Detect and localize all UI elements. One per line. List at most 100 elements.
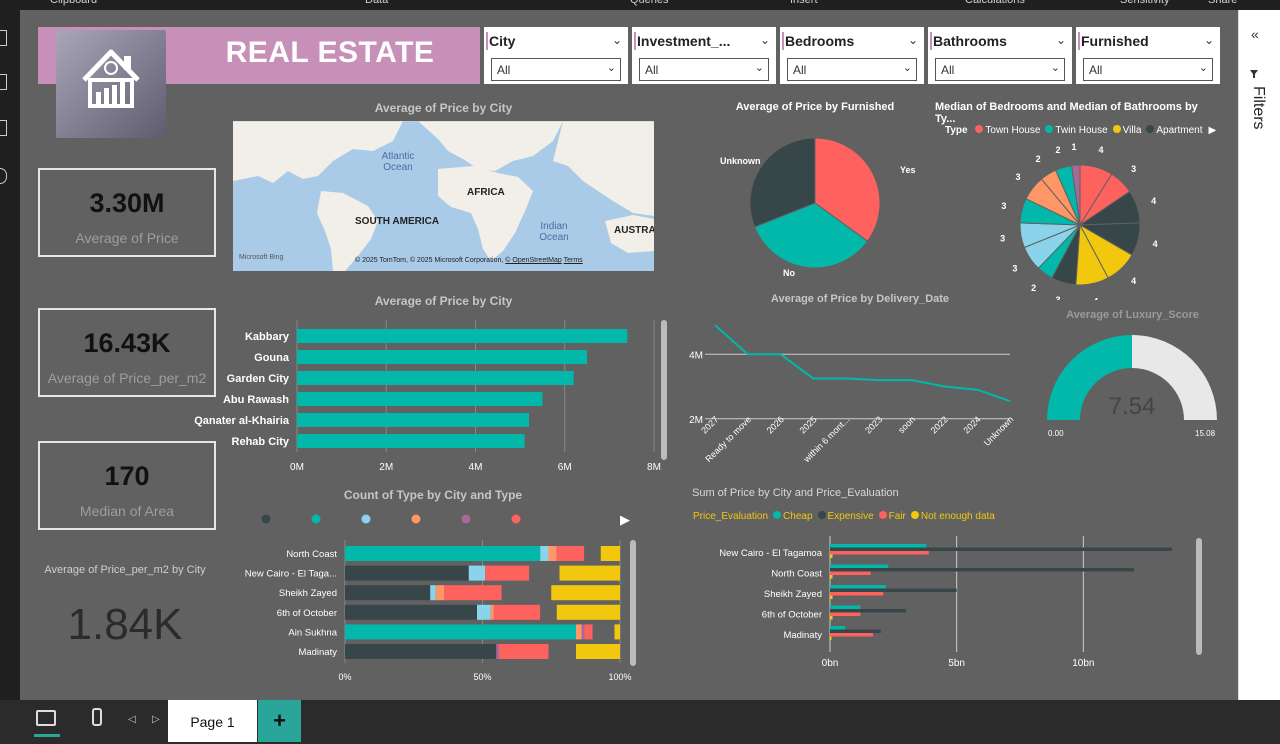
cluster-bar[interactable] — [830, 616, 833, 620]
scrollbar[interactable] — [1196, 538, 1202, 655]
cluster-bar[interactable] — [830, 636, 832, 641]
slicer-dropdown[interactable]: All ⌄ — [639, 58, 769, 81]
slicer-dropdown[interactable]: All ⌄ — [491, 58, 621, 81]
line-series[interactable] — [714, 324, 1011, 402]
legend-marker[interactable] — [411, 514, 421, 524]
cluster-bar[interactable] — [830, 626, 846, 630]
stacked-segment[interactable] — [499, 644, 549, 659]
cluster-bar[interactable] — [830, 571, 871, 576]
cluster-bar[interactable] — [830, 544, 927, 548]
cluster-bar[interactable] — [830, 554, 833, 559]
cluster-bar[interactable] — [830, 588, 957, 593]
slicer-dropdown[interactable]: All ⌄ — [787, 58, 917, 81]
stacked-segment[interactable] — [584, 624, 593, 640]
cluster-bar[interactable] — [830, 595, 833, 600]
stacked-segment[interactable] — [548, 546, 557, 561]
model-view-icon[interactable] — [0, 120, 7, 136]
ppm-card-value[interactable]: 1.84K — [30, 600, 220, 650]
stacked-segment[interactable] — [468, 565, 486, 581]
stacked-segment[interactable] — [501, 585, 552, 601]
slicer-1[interactable]: City ⌄ All ⌄ — [484, 27, 628, 84]
chevron-down-icon[interactable]: ⌄ — [612, 33, 622, 47]
table-view-icon[interactable] — [0, 74, 7, 90]
stacked-segment[interactable] — [345, 644, 497, 659]
cluster-bar[interactable] — [830, 568, 1134, 572]
slicer-5[interactable]: Furnished ⌄ All ⌄ — [1076, 27, 1220, 84]
pie-furnished-chart[interactable]: Yes No Unknown — [690, 118, 940, 288]
cluster-bar[interactable] — [830, 605, 861, 610]
cluster-bar[interactable] — [830, 633, 874, 637]
bar[interactable] — [297, 413, 530, 427]
legend-item[interactable]: Villa — [1112, 125, 1141, 136]
stacked-segment[interactable] — [614, 624, 621, 640]
stacked-segment[interactable] — [345, 585, 431, 601]
stacked-segment[interactable] — [496, 644, 499, 659]
stacked-segment[interactable] — [592, 624, 615, 640]
legend-item[interactable]: Apartment — [1146, 125, 1203, 136]
slicer-dropdown[interactable]: All ⌄ — [935, 58, 1065, 81]
cluster-bar[interactable] — [830, 585, 886, 589]
stacked-segment[interactable] — [584, 546, 601, 561]
cluster-bar[interactable] — [830, 592, 884, 596]
stacked-segment[interactable] — [556, 604, 620, 620]
legend-marker[interactable] — [361, 514, 371, 524]
legend-item[interactable]: Not enough data — [910, 511, 995, 522]
desktop-layout-icon[interactable] — [36, 710, 56, 726]
chevron-down-icon[interactable]: ⌄ — [908, 33, 918, 47]
slicer-3[interactable]: Bedrooms ⌄ All ⌄ — [780, 27, 924, 84]
stacked-segment[interactable] — [576, 624, 582, 640]
stacked-segment[interactable] — [540, 604, 557, 620]
stacked-segment[interactable] — [493, 604, 541, 620]
legend-item[interactable]: Cheap — [773, 511, 813, 522]
stacked-segment[interactable] — [556, 546, 585, 561]
cluster-bar[interactable] — [830, 575, 833, 579]
legend-item[interactable]: Fair — [878, 511, 906, 522]
dax-view-icon[interactable] — [0, 168, 7, 184]
legend-marker[interactable] — [511, 514, 521, 524]
pie-median-chart[interactable]: 4 3 4 4 4 4 3 2 3 3 3 3 2 2 1 — [990, 140, 1170, 300]
clustered-chart[interactable]: 0bn 5bn 10bn New Cairo - El Tagamoa North Co… — [690, 530, 1220, 670]
stacked-segment[interactable] — [551, 585, 620, 601]
stacked-segment[interactable] — [529, 565, 560, 581]
prev-page-icon[interactable]: ◁ — [128, 714, 136, 725]
stacked-segment[interactable] — [581, 624, 585, 640]
stacked-segment[interactable] — [548, 644, 577, 659]
gauge-chart[interactable]: 7.54 0.00 15.08 — [1040, 330, 1225, 440]
chevron-down-icon[interactable]: ⌄ — [1204, 33, 1214, 47]
legend-item[interactable]: Expensive — [817, 511, 874, 522]
bar[interactable] — [297, 434, 525, 448]
stacked-segment[interactable] — [435, 585, 444, 601]
legend-next-icon[interactable]: ▶ — [620, 512, 630, 527]
bar-city-chart[interactable]: 0M 2M 4M 6M 8M Kabbary Gouna Garden City Abu Raw… — [180, 312, 680, 477]
cluster-bar[interactable] — [830, 547, 1172, 552]
stacked-segment[interactable] — [345, 624, 576, 640]
kpi-card-average-price[interactable]: 3.30M Average of Price — [38, 168, 216, 257]
legend-marker[interactable] — [261, 514, 271, 524]
stacked-segment[interactable] — [430, 585, 436, 601]
stacked-segment[interactable] — [485, 565, 530, 581]
slicer-4[interactable]: Bathrooms ⌄ All ⌄ — [928, 27, 1072, 84]
slicer-dropdown[interactable]: All ⌄ — [1083, 58, 1213, 81]
stacked-segment[interactable] — [345, 565, 469, 581]
bar[interactable] — [297, 350, 588, 364]
legend-item[interactable]: Town House — [975, 125, 1040, 136]
stacked-segment[interactable] — [576, 644, 620, 659]
chevron-down-icon[interactable]: ⌄ — [1056, 33, 1066, 47]
tab-page-1[interactable]: Page 1 — [168, 700, 257, 742]
collapse-filters-icon[interactable]: « — [1251, 26, 1259, 42]
legend-marker[interactable] — [311, 514, 321, 524]
stacked-segment[interactable] — [477, 604, 491, 620]
scrollbar[interactable] — [661, 320, 667, 460]
line-delivery-chart[interactable]: 4M2M2027Ready to move 2026 2025within 6 mo… — [670, 312, 1030, 472]
cluster-bar[interactable] — [830, 612, 861, 617]
bar[interactable] — [297, 329, 628, 343]
map-visual[interactable]: Atlantic Ocean AFRICA SOUTH AMERICA Indi… — [233, 121, 654, 271]
stacked-segment[interactable] — [600, 546, 620, 561]
bar[interactable] — [297, 392, 543, 406]
chevron-down-icon[interactable]: ⌄ — [760, 33, 770, 47]
stacked-segment[interactable] — [559, 565, 621, 581]
stacked-segment[interactable] — [345, 604, 477, 620]
mobile-layout-icon[interactable] — [92, 708, 102, 726]
scrollbar[interactable] — [630, 540, 636, 666]
stacked-chart[interactable]: ▶ 0% 50% 100% North Coast New Cairo - El Taga… — [230, 505, 650, 690]
